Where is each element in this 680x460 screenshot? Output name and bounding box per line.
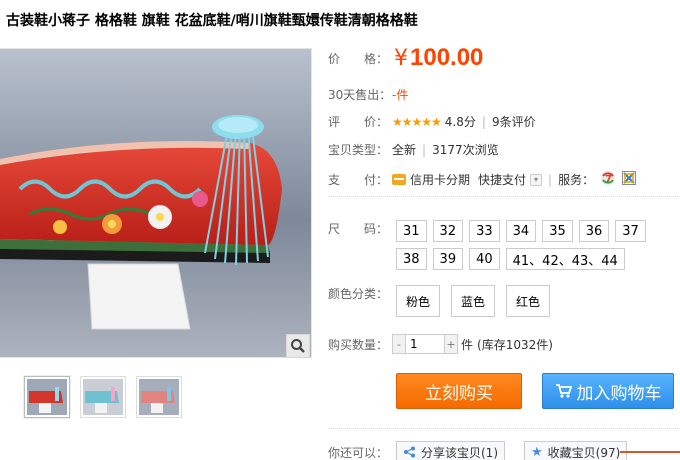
payment-row: 支 付： 信用卡分期 快捷支付 ▾ | 服务： 7 xyxy=(328,170,637,189)
separator: | xyxy=(422,142,427,157)
size-option[interactable]: 33 xyxy=(469,220,500,242)
credit-installment-link[interactable]: 信用卡分期 xyxy=(410,171,470,188)
color-option[interactable]: 粉色 xyxy=(396,285,441,317)
thumbnail-strip xyxy=(24,376,182,418)
rating-score: 4.8分 xyxy=(444,115,476,129)
quantity-row: 购买数量： - + 件 (库存1032件) xyxy=(328,334,553,354)
size-row: 38 39 40 41、42、43、44 xyxy=(396,248,656,270)
minus-button[interactable]: - xyxy=(393,335,405,353)
guarantee-icon[interactable] xyxy=(622,171,637,188)
size-label: 尺 码： xyxy=(328,222,389,236)
size-option[interactable]: 34 xyxy=(505,220,537,242)
quantity-label: 购买数量： xyxy=(328,337,389,352)
buy-now-button[interactable]: 立刻购买 xyxy=(396,373,522,409)
share-label: 你还可以： xyxy=(328,446,389,460)
item-type-value: 全新 xyxy=(392,143,417,157)
star-icon: ★ xyxy=(531,444,543,460)
quick-pay-link[interactable]: 快捷支付 xyxy=(478,171,526,188)
accent-line xyxy=(620,451,680,453)
plus-button[interactable]: + xyxy=(445,335,457,353)
size-option[interactable]: 41、42、43、44 xyxy=(505,248,625,270)
color-option[interactable]: 红色 xyxy=(506,285,551,317)
share-item-button[interactable]: 分享该宝贝(1) xyxy=(396,441,505,460)
size-option[interactable]: 36 xyxy=(578,220,610,242)
thumbnail-1[interactable] xyxy=(24,376,70,418)
size-row: 31 32 33 34 35 36 37 xyxy=(396,220,656,242)
size-option[interactable]: 31 xyxy=(396,220,427,242)
price-label: 价 格： xyxy=(328,51,389,66)
section-divider xyxy=(328,196,680,197)
shoe-photo xyxy=(0,49,311,357)
item-type-label: 宝贝类型： xyxy=(328,143,389,157)
favorite-label: 收藏宝贝(97) xyxy=(547,445,621,460)
share-icon xyxy=(404,446,415,458)
quantity-stepper: - + 件 (库存1032件) xyxy=(392,334,553,354)
size-option[interactable]: 32 xyxy=(432,220,464,242)
service-label: 服务： xyxy=(558,173,595,187)
zoom-button[interactable] xyxy=(286,334,310,358)
item-type-row: 宝贝类型： 全新 | 3177次浏览 xyxy=(328,141,499,158)
thumbnail-3[interactable] xyxy=(136,376,182,418)
color-label-row: 颜色分类： xyxy=(328,285,392,302)
rating-label: 评 价： xyxy=(328,115,389,129)
buy-now-label: 立刻购买 xyxy=(425,383,493,404)
main-product-image[interactable] xyxy=(0,48,312,358)
sold-value: -件 xyxy=(392,88,409,102)
reviews-link[interactable]: 9条评价 xyxy=(492,113,536,130)
color-options: 粉色 蓝色 红色 xyxy=(396,285,551,317)
size-option[interactable]: 38 xyxy=(396,248,427,270)
rating-stars: ★★★★★ xyxy=(392,114,442,129)
size-option[interactable]: 35 xyxy=(542,220,573,242)
add-to-cart-button[interactable]: 加入购物车 xyxy=(542,373,674,409)
cart-icon xyxy=(555,384,572,398)
price-row: 价 格： ¥ 100.00 xyxy=(328,44,483,72)
quantity-input[interactable] xyxy=(405,335,445,353)
sold-row: 30天售出： -件 xyxy=(328,86,408,103)
share-item-label: 分享该宝贝(1) xyxy=(421,445,498,460)
add-to-cart-label: 加入购物车 xyxy=(576,383,662,404)
size-options: 31 32 33 34 35 36 37 38 39 40 41、42、43、44 xyxy=(396,220,656,276)
price-value: 100.00 xyxy=(410,44,484,71)
separator: | xyxy=(548,172,553,187)
sold-label: 30天售出： xyxy=(328,88,392,102)
size-label-row: 尺 码： xyxy=(328,220,392,237)
magnifier-icon xyxy=(291,339,305,353)
size-option[interactable]: 39 xyxy=(432,248,464,270)
rating-row: 评 价： ★★★★★ 4.8分 | 9条评价 xyxy=(328,113,536,130)
color-option[interactable]: 蓝色 xyxy=(451,285,496,317)
svg-text:7: 7 xyxy=(605,174,612,185)
chevron-down-icon[interactable]: ▾ xyxy=(530,173,543,186)
color-label: 颜色分类： xyxy=(328,287,389,301)
thumbnail-2[interactable] xyxy=(80,376,126,418)
views-count: 3177次浏览 xyxy=(432,143,499,157)
separator: | xyxy=(481,114,486,129)
section-divider xyxy=(328,428,680,429)
quantity-box: - + xyxy=(392,334,458,354)
stock-count: (库存1032件) xyxy=(477,337,553,352)
quantity-unit: 件 xyxy=(461,337,474,352)
credit-card-icon xyxy=(392,174,406,185)
currency-symbol: ¥ xyxy=(394,45,408,71)
product-title: 古装鞋小蒋子 格格鞋 旗鞋 花盆底鞋/哨川旗鞋甄嬛传鞋清朝格格鞋 xyxy=(6,13,418,29)
share-row: 你还可以： xyxy=(328,444,392,460)
payment-label: 支 付： xyxy=(328,173,389,187)
size-option[interactable]: 37 xyxy=(615,220,646,242)
favorite-button[interactable]: ★ 收藏宝贝(97) xyxy=(524,441,628,460)
seven-day-return-icon[interactable]: 7 xyxy=(600,170,616,189)
size-option[interactable]: 40 xyxy=(469,248,500,270)
